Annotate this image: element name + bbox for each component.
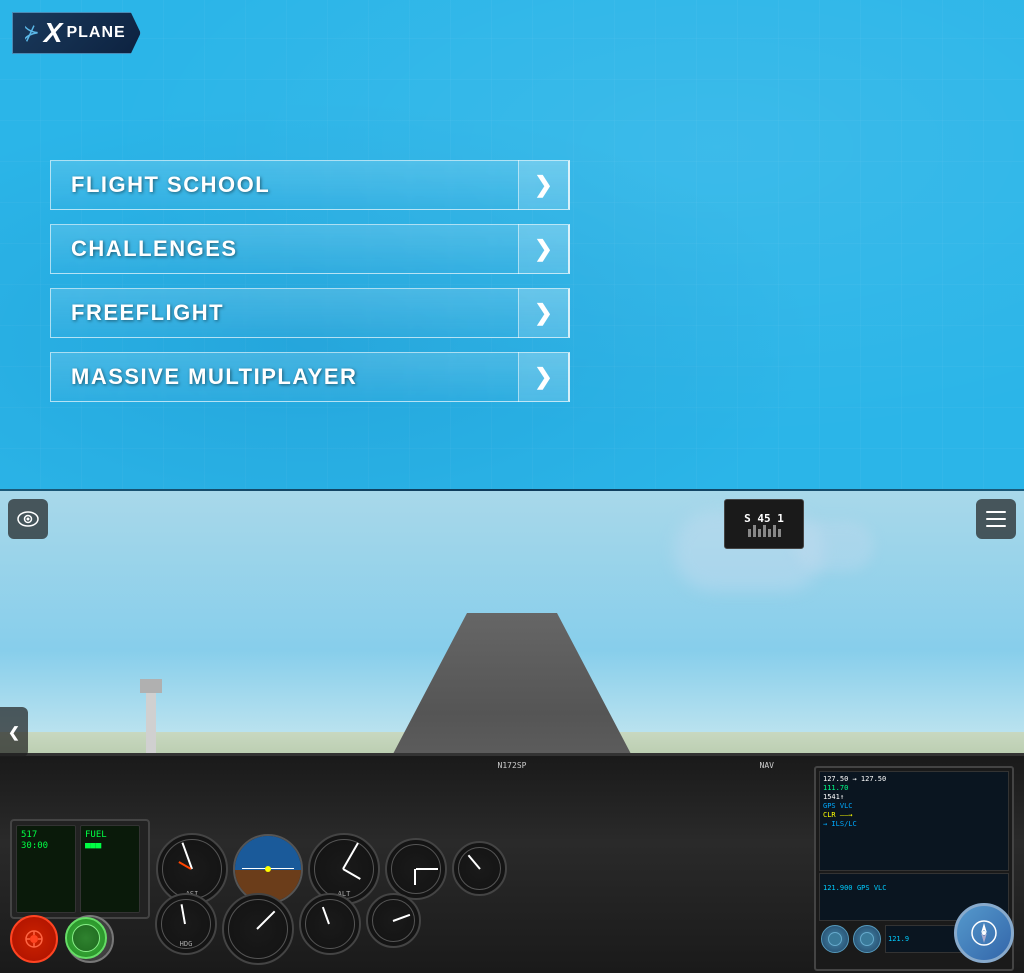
digital-screen: 517 30:00 [17, 826, 75, 912]
digital-display-gauge: 517 30:00 [16, 825, 76, 913]
digital-line1: 517 [21, 830, 71, 842]
logo-area: ⊁ X PLANE [12, 12, 141, 54]
clock-needle-1 [416, 868, 438, 870]
fuel-gauge: FUEL ■■■ [80, 825, 140, 913]
gps-line-2: 111.70 [823, 784, 1005, 792]
hamburger-line-3 [986, 525, 1006, 527]
compass-gauge [366, 893, 421, 948]
flight-school-button[interactable]: FLIGHT SCHOOL ❯ [50, 160, 570, 210]
gps-line-1: 127.50 → 127.50 [823, 775, 1005, 783]
flight-school-label: FLIGHT SCHOOL [71, 172, 270, 198]
multiplayer-arrow: ❯ [518, 352, 568, 402]
hamburger-line-2 [986, 518, 1006, 520]
logo-box: ⊁ X PLANE [12, 12, 141, 54]
vor-gauge [222, 893, 294, 965]
heading-label: HDG [180, 940, 193, 948]
clock-needle-2 [414, 869, 416, 885]
gps-small-text: 121.9 [888, 935, 909, 943]
green-btn-inner [72, 924, 100, 952]
eye-button[interactable] [8, 499, 48, 539]
instrument-row: 517 30:00 FUEL ■■■ [0, 756, 1024, 971]
sim-clouds-2 [794, 521, 874, 571]
turn-coordinator [299, 893, 361, 955]
logo-plane-text: PLANE [66, 24, 125, 42]
chevron-right-icon-4: ❯ [534, 366, 552, 388]
compass-navigation-icon [969, 918, 999, 948]
gps-knob-inner-1 [828, 932, 842, 946]
engine-start-button[interactable] [10, 915, 58, 963]
gps-line-5: CLR ——→ [823, 811, 1005, 819]
fuel-screen: FUEL ■■■ [81, 826, 139, 912]
compass-ticks-row [748, 525, 781, 537]
navigation-button[interactable] [954, 903, 1014, 963]
menu-section: ⊁ X PLANE FLIGHT SCHOOL ❯ CHALLENGES ❯ F… [0, 0, 1024, 489]
tick-3 [758, 529, 761, 537]
flight-school-arrow: ❯ [518, 160, 568, 210]
freeflight-label: FREEFLIGHT [71, 300, 224, 326]
gps-line-4: GPS VLC [823, 802, 1005, 810]
logo-x: X [44, 19, 63, 47]
aircraft-registration: N172SP [498, 761, 527, 770]
control-tower [140, 679, 162, 753]
cockpit-compass: S 45 1 [724, 499, 804, 549]
gps-line-3: 1541↑ [823, 793, 1005, 801]
tc-markings [305, 899, 355, 949]
radio-line-2: GPS VLC [857, 884, 887, 892]
green-circle-button[interactable] [65, 917, 107, 959]
chevron-right-icon-3: ❯ [534, 302, 552, 324]
clock-gauge [385, 838, 447, 900]
radio-line-1: 121.900 [823, 884, 853, 892]
gps-knob-1[interactable] [821, 925, 849, 953]
challenges-arrow: ❯ [518, 224, 568, 274]
main-container: ⊁ X PLANE FLIGHT SCHOOL ❯ CHALLENGES ❯ F… [0, 0, 1024, 973]
tower-top [140, 679, 162, 693]
left-instrument-panel: 517 30:00 FUEL ■■■ [10, 819, 150, 919]
hamburger-menu-button[interactable] [976, 499, 1016, 539]
gps-screen: 127.50 → 127.50 111.70 1541↑ GPS VLC CLR… [819, 771, 1009, 871]
left-arrow-button[interactable]: ❮ [0, 707, 28, 757]
engine-icon [22, 927, 46, 951]
sim-dashboard: N172SP NAV 517 30:00 FUEL ■■■ [0, 753, 1024, 973]
tick-2 [753, 525, 756, 537]
tick-4 [763, 525, 766, 537]
bottom-gauges-row: HDG [155, 893, 421, 965]
tick-5 [768, 529, 771, 537]
sim-section: N172SP NAV 517 30:00 FUEL ■■■ [0, 491, 1024, 973]
gps-line-6: → ILS/LC [823, 820, 1005, 828]
menu-buttons: FLIGHT SCHOOL ❯ CHALLENGES ❯ FREEFLIGHT … [50, 160, 570, 402]
fuel-text: FUEL [85, 830, 135, 842]
vsi-gauge [452, 841, 507, 896]
tower-body [146, 693, 156, 753]
chevron-right-icon: ❯ [534, 174, 552, 196]
challenges-button[interactable]: CHALLENGES ❯ [50, 224, 570, 274]
tick-7 [778, 529, 781, 537]
fuel-value: ■■■ [85, 841, 135, 853]
heading-indicator: HDG [155, 893, 217, 955]
eye-icon [17, 511, 39, 527]
multiplayer-button[interactable]: MASSIVE MULTIPLAYER ❯ [50, 352, 570, 402]
gps-knob-2[interactable] [853, 925, 881, 953]
left-chevron-icon: ❮ [8, 724, 20, 741]
digital-line2: 30:00 [21, 841, 71, 853]
hamburger-line-1 [986, 511, 1006, 513]
logo-wings-icon: ⊁ [23, 23, 40, 43]
nav-label: NAV [760, 761, 774, 770]
freeflight-button[interactable]: FREEFLIGHT ❯ [50, 288, 570, 338]
multiplayer-label: MASSIVE MULTIPLAYER [71, 364, 357, 390]
tick-1 [748, 529, 751, 537]
challenges-label: CHALLENGES [71, 236, 238, 262]
chevron-right-icon-2: ❯ [534, 238, 552, 260]
tick-6 [773, 525, 776, 537]
attitude-center-dot [265, 866, 271, 872]
compass-heading: S 45 1 [744, 512, 784, 525]
gps-knob-inner-2 [860, 932, 874, 946]
freeflight-arrow: ❯ [518, 288, 568, 338]
